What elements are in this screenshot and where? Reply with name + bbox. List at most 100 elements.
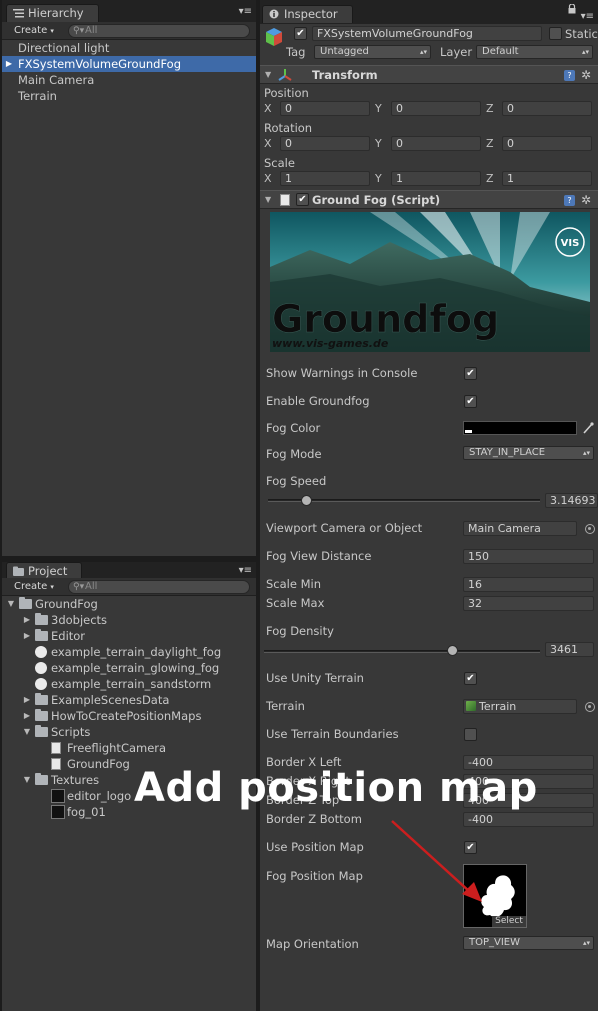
tab-inspector[interactable]: Inspector bbox=[262, 5, 353, 23]
hierarchy-item[interactable]: ▶ FXSystemVolumeGroundFog bbox=[2, 56, 256, 72]
banner-logo-text: VIS bbox=[561, 238, 580, 249]
use-terrain-boundaries-checkbox[interactable] bbox=[464, 728, 477, 741]
project-search-input[interactable]: ⚲▾ All bbox=[68, 580, 250, 594]
fog-color-swatch[interactable] bbox=[463, 421, 577, 435]
fog-position-map-label: Fog Position Map bbox=[266, 869, 363, 883]
map-orientation-label: Map Orientation bbox=[266, 937, 359, 951]
help-icon[interactable]: ? bbox=[564, 70, 575, 81]
enable-groundfog-checkbox[interactable]: ✔ bbox=[464, 395, 477, 408]
panel-menu-icon[interactable]: ▾≡ bbox=[238, 566, 252, 576]
transform-header[interactable]: ▼ Transform ? ✲ bbox=[260, 65, 598, 84]
enable-groundfog-label: Enable Groundfog bbox=[266, 394, 370, 408]
position-x-field[interactable]: 0 bbox=[280, 101, 370, 116]
border-z-bottom-field[interactable]: -400 bbox=[463, 812, 594, 827]
show-warnings-label: Show Warnings in Console bbox=[266, 366, 418, 380]
project-item[interactable]: ▼ Scripts bbox=[2, 724, 256, 740]
expanded-arrow-icon[interactable]: ▼ bbox=[6, 596, 16, 612]
position-y-field[interactable]: 0 bbox=[391, 101, 481, 116]
foldout-arrow-icon[interactable]: ▼ bbox=[265, 66, 271, 84]
object-picker-icon[interactable] bbox=[585, 702, 595, 712]
use-unity-terrain-label: Use Unity Terrain bbox=[266, 671, 364, 685]
tab-hierarchy[interactable]: Hierarchy bbox=[6, 4, 99, 22]
tag-value: Untagged bbox=[320, 46, 369, 57]
project-item[interactable]: ▶ HowToCreatePositionMaps bbox=[2, 708, 256, 724]
hierarchy-create-button[interactable]: Create ▾ bbox=[10, 24, 64, 38]
banner-url-text: www.vis-games.de bbox=[272, 337, 389, 350]
scale-z-axis-label: Z bbox=[486, 172, 494, 185]
scale-z-field[interactable]: 1 bbox=[502, 171, 592, 186]
hierarchy-item[interactable]: Main Camera bbox=[2, 72, 256, 88]
use-position-map-checkbox[interactable]: ✔ bbox=[464, 841, 477, 854]
panel-menu-icon[interactable]: ▾≡ bbox=[580, 12, 594, 22]
expanded-arrow-icon[interactable]: ▼ bbox=[22, 724, 32, 740]
scale-y-field[interactable]: 1 bbox=[391, 171, 481, 186]
project-item[interactable]: ▶ Editor bbox=[2, 628, 256, 644]
updown-arrow-icon: ▴▾ bbox=[419, 48, 427, 56]
project-item[interactable]: example_terrain_sandstorm bbox=[2, 676, 256, 692]
project-item[interactable]: example_terrain_glowing_fog bbox=[2, 660, 256, 676]
hierarchy-search-input[interactable]: ⚲▾ All bbox=[68, 24, 250, 38]
collapsed-arrow-icon[interactable]: ▶ bbox=[22, 692, 32, 708]
use-unity-terrain-checkbox[interactable]: ✔ bbox=[464, 672, 477, 685]
project-create-button[interactable]: Create ▾ bbox=[10, 580, 64, 594]
hierarchy-item-label: Directional light bbox=[18, 41, 110, 55]
project-item[interactable]: ▶ 3dobjects bbox=[2, 612, 256, 628]
fog-density-slider-thumb[interactable] bbox=[446, 645, 458, 656]
rotation-z-field[interactable]: 0 bbox=[502, 136, 592, 151]
groundfog-script-header[interactable]: ▼ ✔ Ground Fog (Script) ? ✲ bbox=[260, 190, 598, 209]
hierarchy-tree: Directional light ▶ FXSystemVolumeGroundFo… bbox=[2, 40, 256, 556]
active-checkbox[interactable]: ✔ bbox=[294, 27, 307, 40]
project-item[interactable]: ▶ ExampleScenesData bbox=[2, 692, 256, 708]
collapsed-arrow-icon[interactable]: ▶ bbox=[22, 612, 32, 628]
terrain-field[interactable]: Terrain bbox=[463, 699, 577, 714]
panel-menu-icon[interactable]: ▾≡ bbox=[238, 7, 252, 17]
hierarchy-item[interactable]: Directional light bbox=[2, 40, 256, 56]
gear-icon[interactable]: ✲ bbox=[581, 69, 591, 81]
object-name-field[interactable]: FXSystemVolumeGroundFog bbox=[312, 26, 542, 41]
scale-max-field[interactable]: 32 bbox=[463, 596, 594, 611]
gear-icon[interactable]: ✲ bbox=[581, 194, 591, 206]
fog-view-distance-label: Fog View Distance bbox=[266, 549, 372, 563]
project-item[interactable]: FreeflightCamera bbox=[2, 740, 256, 756]
search-icon: ⚲▾ bbox=[73, 26, 85, 36]
position-z-field[interactable]: 0 bbox=[502, 101, 592, 116]
collapsed-arrow-icon[interactable]: ▶ bbox=[22, 628, 32, 644]
hierarchy-tabbar: Hierarchy ▾≡ bbox=[2, 0, 256, 22]
map-orientation-dropdown[interactable]: TOP_VIEW ▴▾ bbox=[463, 936, 594, 950]
fog-view-distance-field[interactable]: 150 bbox=[463, 549, 594, 564]
fog-density-slider-track[interactable] bbox=[264, 650, 540, 653]
rotation-y-field[interactable]: 0 bbox=[391, 136, 481, 151]
scale-x-field[interactable]: 1 bbox=[280, 171, 370, 186]
project-item[interactable]: ▼ GroundFog bbox=[2, 596, 256, 612]
layer-dropdown[interactable]: Default ▴▾ bbox=[476, 45, 593, 59]
object-picker-icon[interactable] bbox=[585, 524, 595, 534]
fog-color-label: Fog Color bbox=[266, 421, 321, 435]
tag-label: Tag bbox=[286, 45, 306, 59]
foldout-arrow-icon[interactable]: ▼ bbox=[265, 191, 271, 209]
static-checkbox[interactable] bbox=[549, 27, 562, 40]
fog-position-map-slot[interactable]: Select bbox=[463, 864, 527, 928]
fog-density-field[interactable]: 3461 bbox=[545, 642, 594, 657]
project-item[interactable]: example_terrain_daylight_fog bbox=[2, 644, 256, 660]
script-enabled-checkbox[interactable]: ✔ bbox=[296, 193, 309, 206]
expand-arrow-icon[interactable]: ▶ bbox=[4, 56, 14, 72]
viewport-camera-field[interactable]: Main Camera bbox=[463, 521, 577, 536]
tag-dropdown[interactable]: Untagged ▴▾ bbox=[314, 45, 431, 59]
fog-mode-dropdown[interactable]: STAY_IN_PLACE ▴▾ bbox=[463, 446, 594, 460]
rotation-x-field[interactable]: 0 bbox=[280, 136, 370, 151]
expanded-arrow-icon[interactable]: ▼ bbox=[22, 772, 32, 788]
scale-max-label: Scale Max bbox=[266, 596, 325, 610]
updown-arrow-icon: ▴▾ bbox=[581, 48, 589, 56]
script-file-icon bbox=[51, 742, 61, 754]
hierarchy-item[interactable]: Terrain bbox=[2, 88, 256, 104]
project-item-label: GroundFog bbox=[35, 597, 98, 611]
position-map-select-button[interactable]: Select bbox=[492, 916, 526, 927]
help-icon[interactable]: ? bbox=[564, 195, 575, 206]
show-warnings-checkbox[interactable]: ✔ bbox=[464, 367, 477, 380]
lock-icon[interactable] bbox=[568, 3, 576, 14]
collapsed-arrow-icon[interactable]: ▶ bbox=[22, 708, 32, 724]
fog-speed-slider-thumb[interactable] bbox=[301, 495, 313, 506]
scale-min-field[interactable]: 16 bbox=[463, 577, 594, 592]
eyedropper-icon[interactable] bbox=[582, 421, 594, 435]
fog-speed-field[interactable]: 3.14693 bbox=[545, 493, 598, 508]
